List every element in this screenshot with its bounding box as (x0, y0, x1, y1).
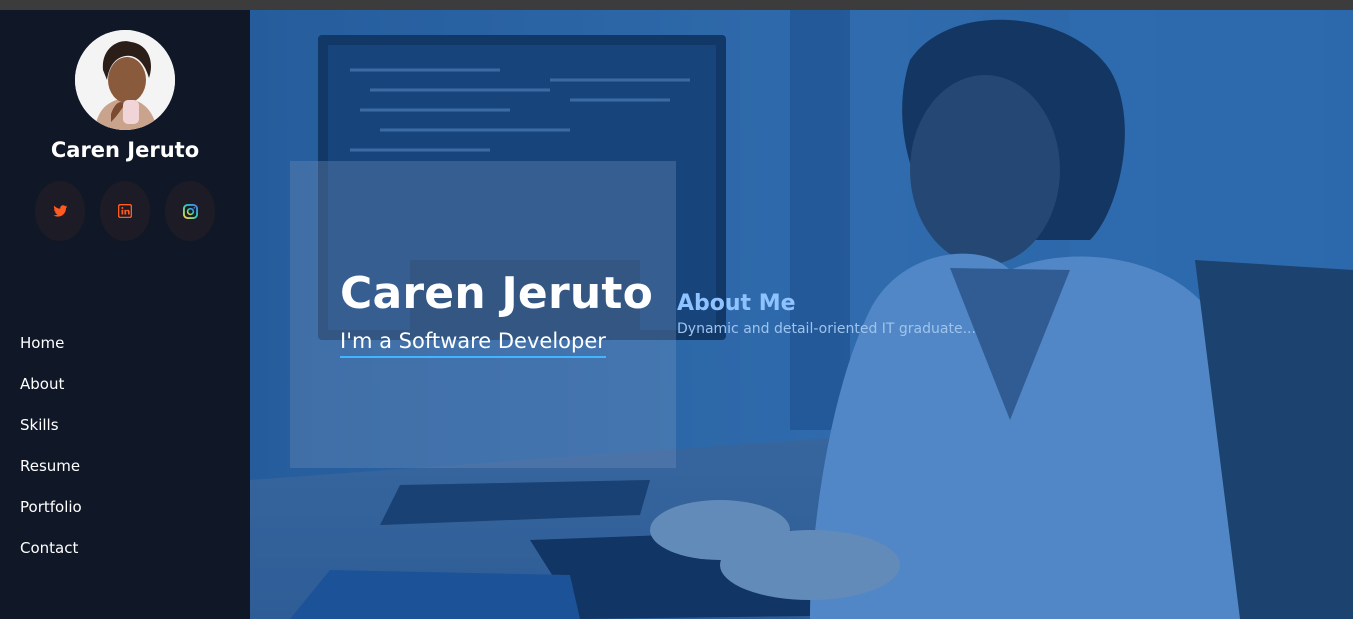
window-top-strip (0, 0, 1353, 10)
nav-item-home[interactable]: Home (20, 332, 82, 373)
instagram-link[interactable] (165, 181, 215, 241)
linkedin-icon (118, 204, 132, 218)
about-heading: About Me (677, 291, 796, 316)
twitter-link[interactable] (35, 181, 85, 241)
avatar (75, 30, 175, 130)
nav-item-contact[interactable]: Contact (20, 537, 82, 578)
social-links (35, 181, 215, 241)
linkedin-link[interactable] (100, 181, 150, 241)
nav-item-about[interactable]: About (20, 373, 82, 414)
nav-item-skills[interactable]: Skills (20, 414, 82, 455)
nav-item-resume[interactable]: Resume (20, 455, 82, 496)
instagram-icon (182, 203, 198, 219)
hero-title: Caren Jeruto (340, 268, 654, 319)
sidebar: Caren Jeruto Home About Skills Resume Po… (0, 10, 250, 619)
nav-item-portfolio[interactable]: Portfolio (20, 496, 82, 537)
sidebar-profile-name: Caren Jeruto (50, 138, 200, 162)
hero-subtitle: I'm a Software Developer (340, 329, 606, 358)
twitter-icon (52, 204, 68, 218)
hero-section: Caren Jeruto I'm a Software Developer Ab… (250, 10, 1353, 619)
main-nav: Home About Skills Resume Portfolio Conta… (20, 332, 82, 578)
about-summary: Dynamic and detail-oriented IT graduate.… (677, 321, 976, 337)
